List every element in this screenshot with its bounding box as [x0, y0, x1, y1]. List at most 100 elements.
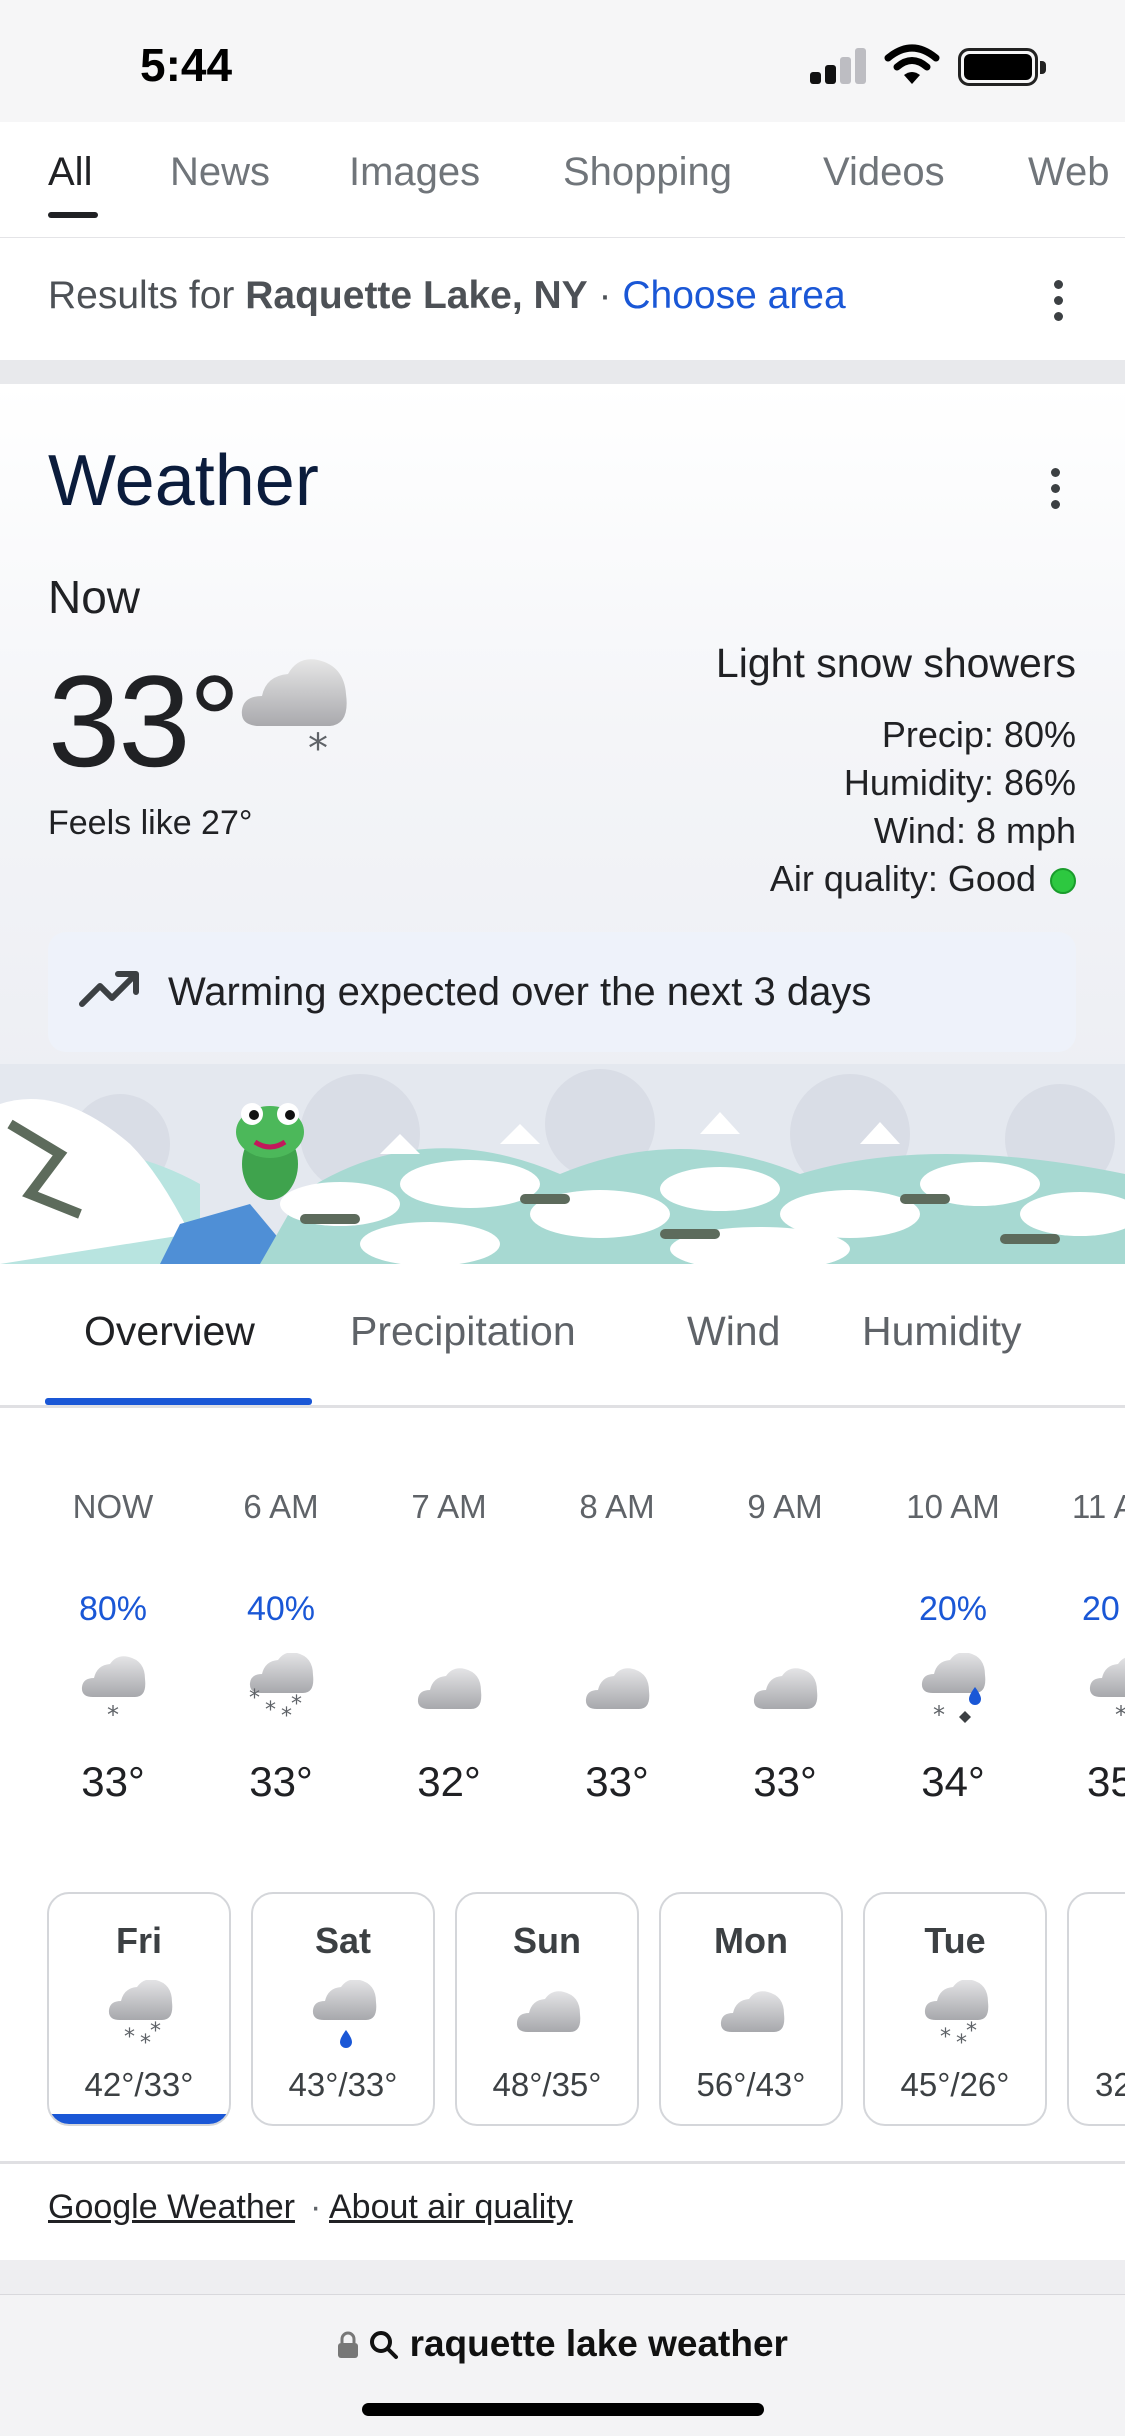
tab-videos[interactable]: Videos: [823, 150, 945, 195]
tab-all[interactable]: All: [48, 150, 92, 195]
results-for-text: Results for Raquette Lake, NY · Choose a…: [48, 274, 846, 318]
browser-address-bar[interactable]: raquette lake weather: [0, 2294, 1125, 2436]
svg-text:*: *: [940, 2025, 951, 2050]
status-bar: 5:44: [0, 0, 1125, 122]
air-quality-text: Air quality: Good: [769, 858, 1036, 899]
svg-text:*: *: [933, 1701, 945, 1723]
svg-text:*: *: [107, 1701, 119, 1723]
now-label: Now: [48, 571, 141, 623]
day-name: Sun: [513, 1920, 581, 1961]
about-air-quality-link[interactable]: About air quality: [329, 2188, 573, 2227]
more-options-icon[interactable]: [1054, 280, 1064, 328]
day-temp-range: 43°/33°: [288, 2066, 398, 2103]
warming-trend-banner: Warming expected over the next 3 days: [48, 932, 1076, 1052]
tab-images[interactable]: Images: [349, 150, 480, 195]
day-card[interactable]: Sat 43°/33°: [251, 1892, 435, 2126]
svg-text:*: *: [124, 2025, 135, 2050]
day-temp-range: 56°/43°: [696, 2066, 806, 2103]
svg-text:*: *: [291, 1692, 302, 1717]
hour-temp: 33°: [249, 1758, 313, 1805]
hour-precip: 20%: [918, 1590, 988, 1628]
hour-temp: 35: [1087, 1758, 1125, 1805]
cloud-snow-icon: *: [1087, 1653, 1125, 1729]
day-temp-range: 32: [1095, 2066, 1125, 2103]
svg-text:*: *: [966, 2019, 977, 2044]
results-separator: ·: [598, 274, 612, 317]
hour-temp: 33°: [585, 1758, 649, 1805]
day-card[interactable]: Tue * * * 45°/26°: [863, 1892, 1047, 2126]
daily-forecast: Fri * * * 42°/33° Sat 43°/33° Sun 48°/35…: [0, 1888, 1125, 2164]
cloud-mixed-precip-icon: *: [919, 1652, 989, 1729]
choose-area-link[interactable]: Choose area: [622, 274, 845, 317]
trend-text: Warming expected over the next 3 days: [168, 970, 872, 1014]
current-temperature: 33°: [48, 648, 241, 794]
search-icon: [370, 2331, 399, 2359]
cloud-snow-icon: *: [79, 1653, 149, 1729]
weather-more-options-icon[interactable]: [1051, 468, 1061, 516]
weather-tabs: Overview Precipitation Wind Humidity: [0, 1264, 1125, 1408]
cellular-signal-icon: [810, 48, 870, 84]
feels-like: Feels like 27°: [48, 804, 253, 842]
cloud-icon: [751, 1653, 821, 1728]
hour-time: NOW: [72, 1488, 154, 1525]
hour-precip: 20: [1082, 1590, 1120, 1628]
cloud-snow-icon: *: [241, 659, 347, 764]
air-quality-stat[interactable]: Air quality: Good: [770, 858, 1076, 900]
results-for-prefix: Results for: [48, 274, 235, 317]
air-quality-dot-icon: [1050, 868, 1076, 894]
svg-text:*: *: [1115, 1701, 1125, 1723]
hour-temp: 32°: [417, 1758, 481, 1805]
home-indicator: [362, 2403, 764, 2416]
google-weather-link[interactable]: Google Weather: [48, 2188, 295, 2227]
day-card[interactable]: W 32: [1067, 1892, 1125, 2126]
day-name: Mon: [714, 1920, 788, 1961]
tab-humidity[interactable]: Humidity: [862, 1308, 1021, 1355]
humidity-stat: Humidity: 86%: [843, 762, 1076, 803]
precip-stat: Precip: 80%: [881, 714, 1076, 755]
day-temp-range: 48°/35°: [492, 2066, 602, 2103]
selected-day-indicator: [49, 2114, 229, 2124]
address-bar-content[interactable]: raquette lake weather: [0, 2323, 1125, 2365]
day-name: Fri: [115, 1920, 162, 1961]
day-card[interactable]: Mon 56°/43°: [659, 1892, 843, 2126]
tab-wind[interactable]: Wind: [687, 1308, 780, 1355]
weather-footer-links: Google Weather · About air quality: [0, 2164, 1125, 2260]
hour-precip: 40%: [246, 1590, 316, 1628]
wind-stat: Wind: 8 mph: [873, 810, 1076, 851]
cloud-heavy-snow-icon: * * *: [922, 1979, 992, 2056]
svg-text:*: *: [265, 1698, 276, 1723]
hour-time: 6 AM: [243, 1488, 319, 1525]
tab-news[interactable]: News: [170, 150, 270, 195]
tab-shopping[interactable]: Shopping: [563, 150, 732, 195]
search-query: raquette lake weather: [409, 2323, 788, 2364]
hour-time: 9 AM: [747, 1488, 823, 1525]
cloud-icon: [514, 1980, 584, 2055]
day-temp-range: 45°/26°: [900, 2066, 1010, 2103]
condition-text: Light snow showers: [715, 640, 1076, 686]
link-separator: ·: [310, 2188, 322, 2226]
active-tab-indicator: [45, 1398, 312, 1405]
results-for-bar: Results for Raquette Lake, NY · Choose a…: [0, 238, 1125, 360]
tab-precipitation[interactable]: Precipitation: [350, 1308, 576, 1355]
divider: [0, 360, 1125, 384]
cloud-heavy-snow-icon: * * *: [106, 1979, 176, 2056]
hour-time: 10 AM: [906, 1488, 1000, 1525]
hour-temp: 33°: [753, 1758, 817, 1805]
results-location: Raquette Lake, NY: [245, 274, 588, 317]
day-card[interactable]: Fri * * * 42°/33°: [47, 1892, 231, 2126]
search-tabs: All News Images Shopping Videos Web: [0, 122, 1125, 238]
svg-text:*: *: [308, 726, 328, 764]
day-name: Sat: [314, 1920, 372, 1961]
svg-text:*: *: [150, 2019, 161, 2044]
trending-up-icon: [79, 971, 139, 1007]
hourly-forecast: NOW 80% * 33° 6 AM 40% * * * * 33° 7 AM: [0, 1408, 1125, 1888]
day-card[interactable]: Sun 48°/35°: [455, 1892, 639, 2126]
snowy-landscape-illustration: [0, 1064, 1125, 1264]
active-tab-indicator: [48, 212, 98, 218]
tab-web[interactable]: Web: [1028, 150, 1110, 195]
hour-time: 8 AM: [579, 1488, 655, 1525]
wifi-icon: [884, 44, 940, 84]
tab-overview[interactable]: Overview: [84, 1308, 255, 1355]
hour-time: 7 AM: [411, 1488, 487, 1525]
svg-text:*: *: [249, 1686, 260, 1711]
